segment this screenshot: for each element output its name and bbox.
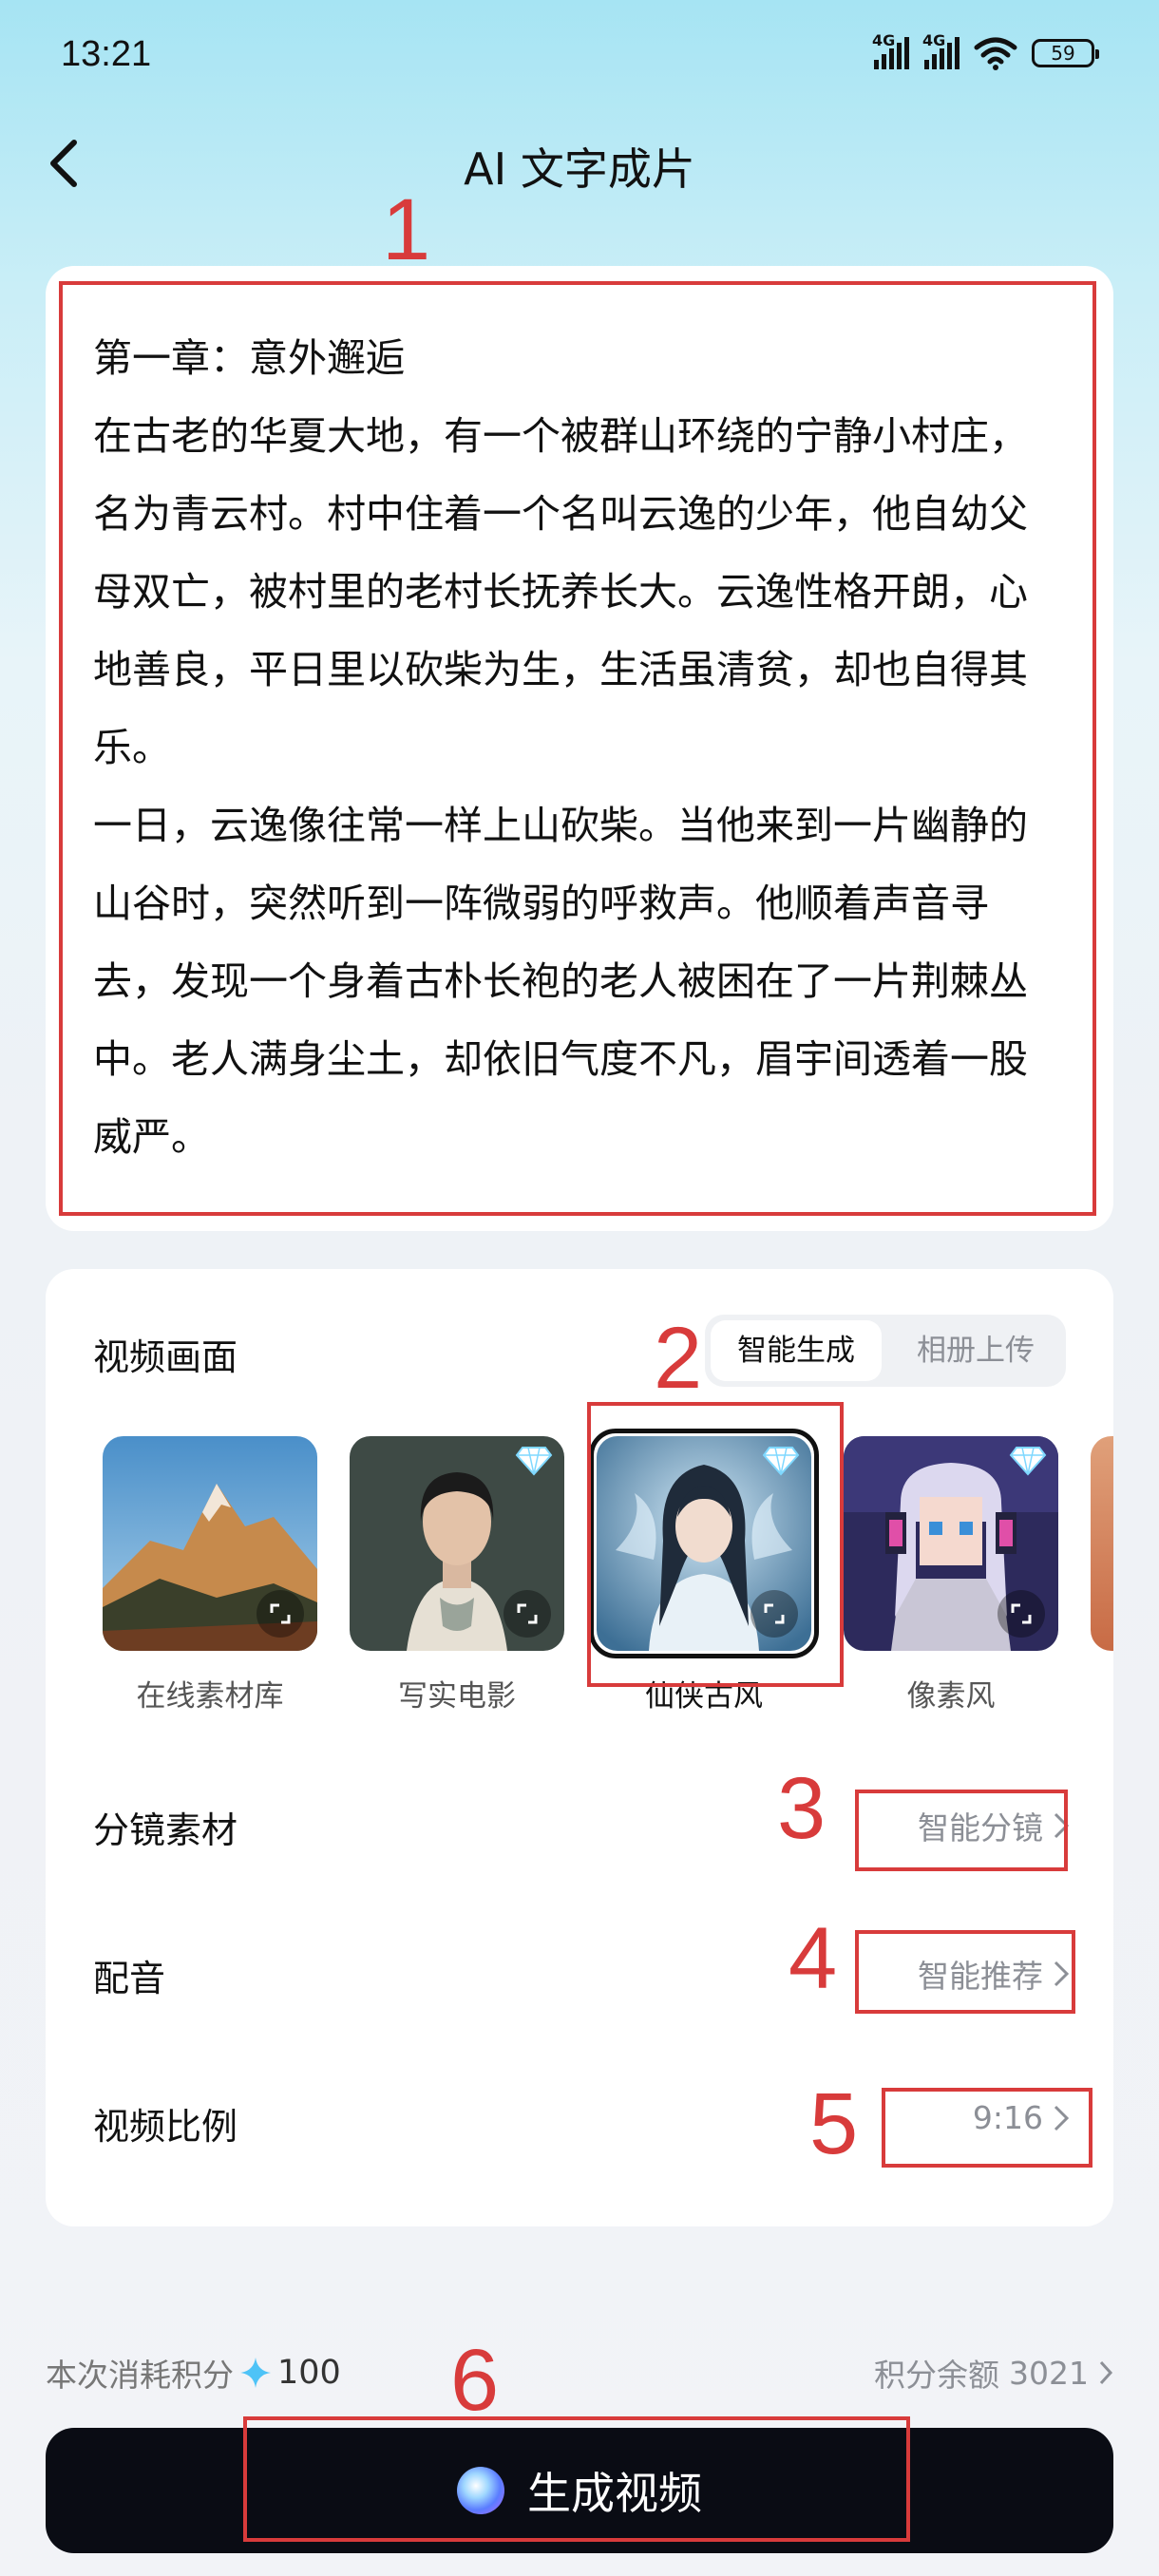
cost-info: 本次消耗积分 100 — [46, 2350, 341, 2396]
settings-card — [46, 1269, 1113, 2226]
annotation-box-5 — [882, 2088, 1092, 2168]
diamond-icon — [515, 1447, 553, 1476]
expand-icon[interactable] — [504, 1590, 551, 1638]
voiceover-label: 配音 — [93, 1958, 166, 1999]
annotation-box-2 — [587, 1402, 844, 1687]
thumbnail-pixel — [844, 1436, 1058, 1651]
points-balance-link[interactable]: 积分余额 3021 — [874, 2350, 1113, 2396]
cellular-signal-icon-2: 4G — [922, 31, 960, 69]
annotation-number-4: 4 — [788, 1910, 838, 2007]
style-label: 在线素材库 — [136, 1679, 284, 1714]
annotation-number-1: 1 — [382, 181, 431, 278]
annotation-box-1 — [59, 281, 1096, 1216]
annotation-number-2: 2 — [654, 1310, 703, 1407]
expand-icon[interactable] — [998, 1590, 1045, 1638]
annotation-number-5: 5 — [809, 2075, 859, 2172]
balance-value: 3021 — [1009, 2354, 1089, 2392]
style-label: 像素风 — [906, 1679, 996, 1714]
video-frame-label: 视频画面 — [93, 1336, 238, 1378]
style-option-pixel[interactable]: 像素风 — [844, 1436, 1062, 1714]
expand-icon[interactable] — [256, 1590, 304, 1638]
wifi-icon — [974, 37, 1017, 70]
tab-smart-generate[interactable]: 智能生成 — [711, 1320, 882, 1381]
diamond-icon — [1009, 1447, 1047, 1476]
storyboard-label: 分镜素材 — [93, 1809, 238, 1851]
source-toggle: 智能生成 相册上传 — [705, 1315, 1066, 1387]
style-option-next[interactable] — [1091, 1436, 1113, 1651]
thumbnail-mountain — [103, 1436, 317, 1651]
annotation-number-3: 3 — [777, 1760, 826, 1857]
tab-album-upload[interactable]: 相册上传 — [891, 1320, 1060, 1381]
style-label: 写实电影 — [398, 1679, 516, 1714]
annotation-number-6: 6 — [450, 2332, 500, 2429]
annotation-box-3 — [855, 1790, 1068, 1871]
style-option-online-library[interactable]: 在线素材库 — [103, 1436, 321, 1714]
thumbnail-portrait — [350, 1436, 564, 1651]
style-option-realistic-film[interactable]: 写实电影 — [350, 1436, 568, 1714]
status-time: 13:21 — [61, 34, 152, 74]
cost-label: 本次消耗积分 — [46, 2357, 234, 2394]
cost-value: 100 — [277, 2354, 341, 2392]
sparkle-icon — [240, 2358, 271, 2388]
cellular-signal-icon: 4G — [872, 31, 909, 69]
aspect-ratio-label: 视频比例 — [93, 2106, 238, 2148]
status-icons: 4G 4G 59 — [872, 31, 1099, 70]
battery-icon: 59 — [1032, 39, 1099, 67]
annotation-box-4 — [855, 1930, 1075, 2014]
balance-label: 积分余额 — [874, 2357, 1000, 2394]
chevron-right-icon — [1099, 2360, 1113, 2385]
annotation-box-6 — [243, 2416, 910, 2542]
page-title: AI 文字成片 — [464, 143, 695, 195]
